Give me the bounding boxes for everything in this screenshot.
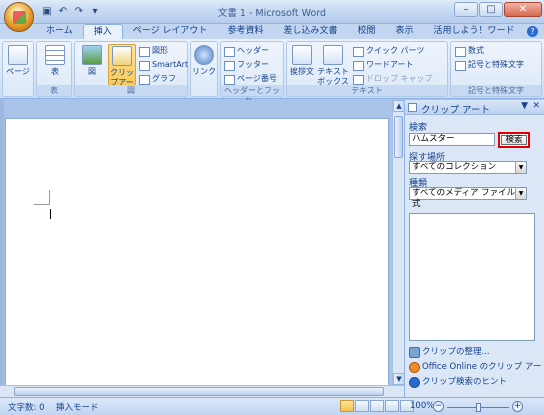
web-layout-icon[interactable] (370, 400, 384, 412)
full-screen-icon[interactable] (355, 400, 369, 412)
maximize-button[interactable]: □ (479, 2, 503, 17)
group-illustrations: 図 クリップアート 図形 SmartArt グラフ 図 (74, 41, 188, 97)
tab-review[interactable]: 校閲 (347, 24, 385, 39)
group-label-illustrations: 図 (75, 85, 187, 96)
greeting-button[interactable]: 挨拶文 (288, 44, 316, 86)
pane-header: クリップ アート ▼ ✕ (405, 100, 544, 116)
clipart-button[interactable]: クリップアート (108, 44, 136, 97)
page-button[interactable]: ページ (3, 44, 33, 86)
vertical-scrollbar[interactable]: ▲ ▼ (392, 100, 405, 385)
office-button[interactable] (4, 2, 34, 32)
chevron-down-icon[interactable]: ▼ (515, 188, 526, 199)
group-label-text: テキスト (287, 85, 447, 96)
margin-mark (49, 190, 50, 205)
pane-close-icon[interactable]: ✕ (532, 101, 540, 111)
picture-icon (82, 45, 102, 65)
group-label-header-footer: ヘッダーとフッター (221, 85, 283, 106)
insert-mode[interactable]: 挿入モード (56, 401, 99, 413)
margin-mark (34, 204, 50, 205)
word-count[interactable]: 文字数: 0 (8, 401, 44, 413)
search-input[interactable]: ハムスター (409, 133, 495, 146)
link-button[interactable]: リンク (191, 44, 217, 86)
ribbon-tab-row: ホーム 挿入 ページ レイアウト 参考資料 差し込み文書 校閲 表示 活用しよう… (0, 24, 544, 39)
help-icon[interactable]: ? (527, 26, 538, 37)
minimize-button[interactable]: – (454, 2, 478, 17)
page-number-button[interactable]: ページ番号 (224, 73, 277, 85)
search-button[interactable]: 検索 (498, 132, 530, 148)
hscroll-thumb[interactable] (14, 387, 384, 396)
chart-button[interactable]: グラフ (139, 73, 176, 85)
textbox-icon (323, 45, 343, 65)
location-select[interactable]: すべてのコレクション ▼ (409, 161, 527, 174)
horizontal-scrollbar[interactable] (0, 385, 404, 397)
quick-parts-button[interactable]: クイック パーツ (353, 45, 424, 57)
group-label-table: 表 (37, 85, 71, 96)
page-icon (8, 45, 28, 65)
group-symbols: 数式 記号と特殊文字 記号と特殊文字 (450, 41, 542, 97)
group-pages: ページ (2, 41, 34, 97)
view-buttons (340, 400, 414, 412)
tab-home[interactable]: ホーム (36, 24, 83, 39)
textbox-button[interactable]: テキストボックス (317, 44, 349, 86)
search-label: 検索 (409, 123, 428, 133)
symbol-button[interactable]: 記号と特殊文字 (455, 59, 524, 71)
smartart-button[interactable]: SmartArt (139, 59, 188, 71)
print-layout-icon[interactable] (340, 400, 354, 412)
ribbon: ページ 表 表 図 クリップアート 図形 SmartArt グラフ 図 リンク … (0, 39, 544, 106)
group-label-symbols: 記号と特殊文字 (451, 85, 541, 96)
document-page[interactable] (5, 118, 389, 393)
clipart-pane-icon (408, 103, 417, 112)
chevron-down-icon[interactable]: ▼ (515, 162, 526, 173)
group-header-footer: ヘッダー フッター ページ番号 ヘッダーとフッター (220, 41, 284, 106)
document-area (0, 100, 392, 393)
status-bar: 文字数: 0 挿入モード 100% − + (0, 397, 544, 415)
footer-button[interactable]: フッター (224, 59, 269, 71)
zoom-slider-knob[interactable] (476, 403, 481, 412)
vertical-ruler (0, 100, 4, 385)
type-select[interactable]: すべてのメディア ファイル形式 ▼ (409, 187, 527, 209)
group-text: 挨拶文 テキストボックス クイック パーツ ワードアート ドロップ キャップ テ… (286, 41, 448, 97)
pane-menu-icon[interactable]: ▼ (521, 101, 528, 111)
tab-view[interactable]: 表示 (385, 24, 423, 39)
zoom-level[interactable]: 100% (410, 401, 434, 411)
search-tips-link[interactable]: クリップ検索のヒント (409, 376, 507, 388)
search-button-label: 検索 (501, 135, 527, 145)
group-links: リンク (190, 41, 218, 97)
zoom-in-icon[interactable]: + (512, 401, 523, 412)
results-area[interactable] (409, 213, 535, 341)
table-icon (45, 45, 65, 65)
text-cursor (50, 209, 51, 219)
tab-insert[interactable]: 挿入 (82, 24, 123, 39)
zoom-out-icon[interactable]: − (433, 401, 444, 412)
header-button[interactable]: ヘッダー (224, 45, 269, 57)
scroll-thumb[interactable] (394, 116, 403, 158)
window-controls: – □ ✕ (454, 2, 542, 17)
dropcap-button[interactable]: ドロップ キャップ (353, 73, 433, 85)
link-icon (194, 45, 214, 65)
title-bar: ▣ ↶ ↷ ▾ 文書 1 - Microsoft Word – □ ✕ (0, 0, 544, 24)
picture-button[interactable]: 図 (77, 44, 107, 86)
table-button[interactable]: 表 (40, 44, 70, 86)
tab-mailings[interactable]: 差し込み文書 (273, 24, 347, 39)
clipart-pane: クリップ アート ▼ ✕ 検索 ハムスター 検索 探す場所 すべてのコレクション… (404, 100, 544, 397)
organize-clips-link[interactable]: クリップの整理... (409, 346, 490, 358)
equation-button[interactable]: 数式 (455, 45, 484, 57)
tab-page-layout[interactable]: ページ レイアウト (123, 24, 218, 39)
group-table: 表 表 (36, 41, 72, 97)
outline-icon[interactable] (385, 400, 399, 412)
office-online-link[interactable]: Office Online のクリップ アート (409, 361, 544, 373)
pane-title: クリップ アート (421, 105, 490, 116)
tab-katsuyou[interactable]: 活用しよう！ワード (424, 24, 525, 39)
shapes-button[interactable]: 図形 (139, 45, 168, 57)
greeting-icon (292, 45, 312, 65)
close-button[interactable]: ✕ (504, 2, 542, 17)
wordart-button[interactable]: ワードアート (353, 59, 414, 71)
clipart-icon (112, 46, 132, 66)
tab-references[interactable]: 参考資料 (217, 24, 273, 39)
